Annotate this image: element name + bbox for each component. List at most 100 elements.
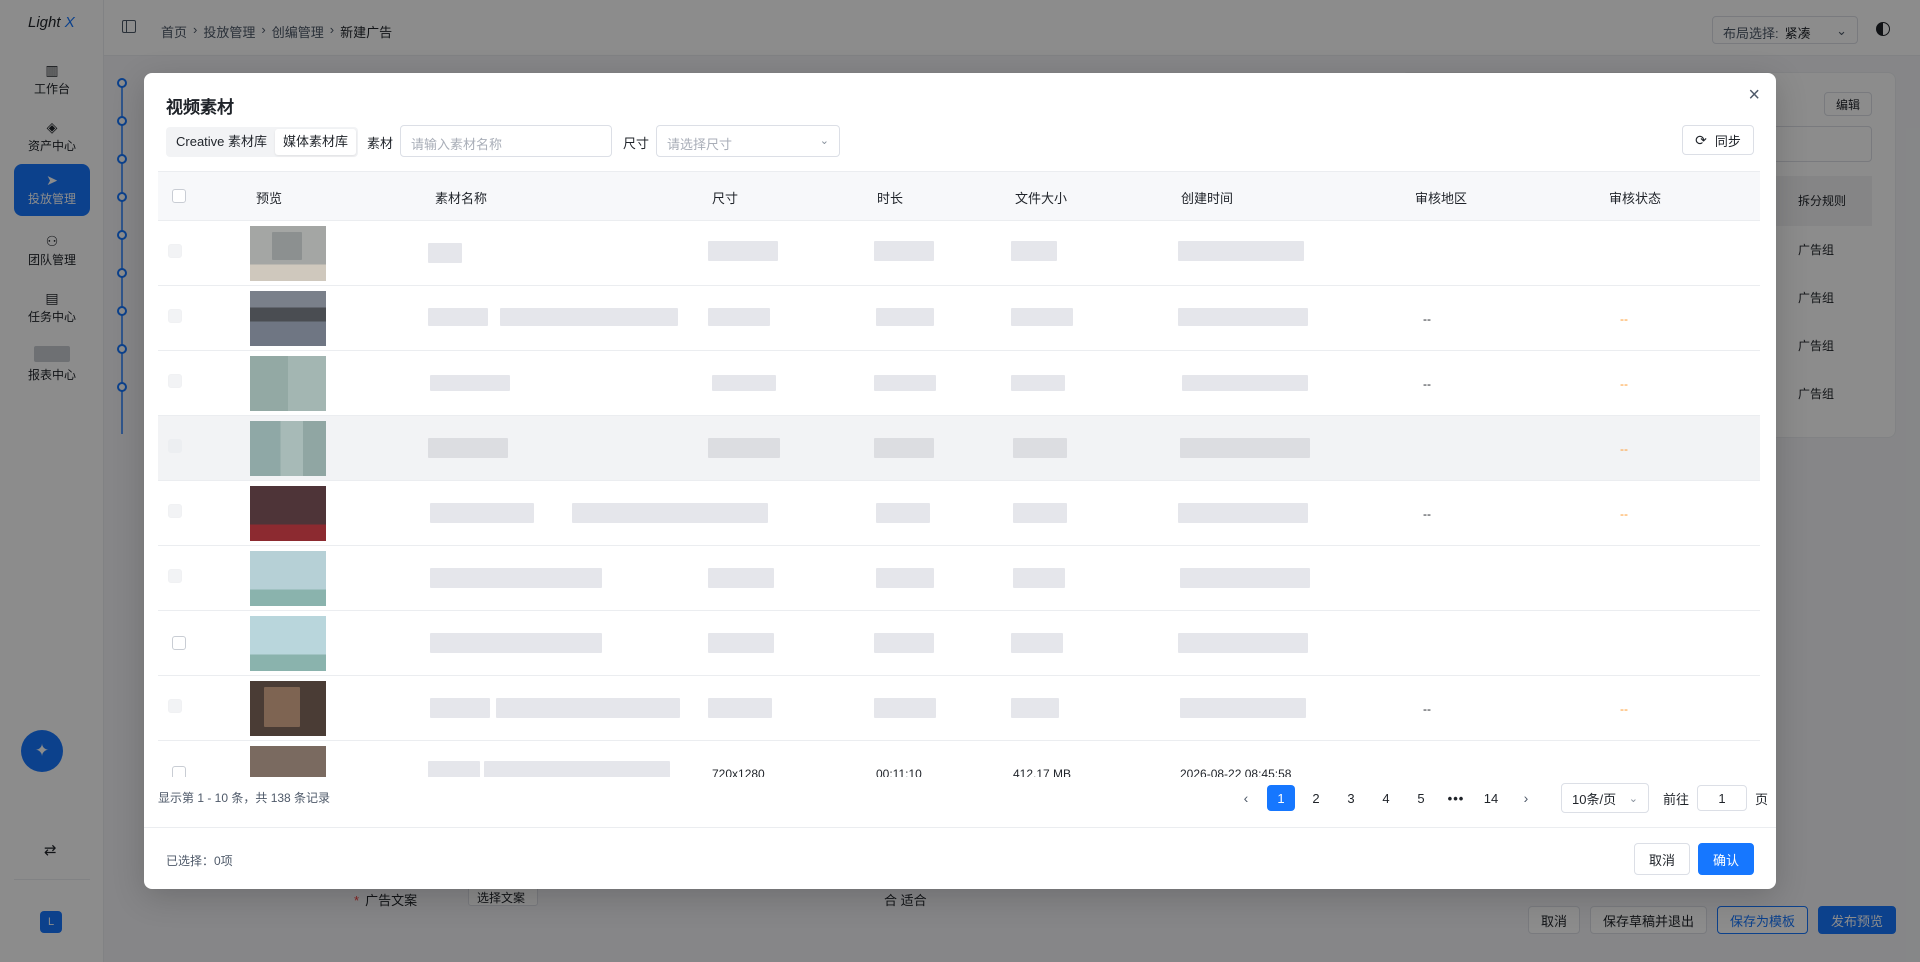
material-filter-label: 素材 xyxy=(367,136,394,151)
material-name-placeholder xyxy=(428,438,508,458)
page-button-5[interactable]: 5 xyxy=(1407,785,1435,811)
chevron-down-icon: ⌄ xyxy=(1628,792,1638,805)
filesize-placeholder xyxy=(1011,698,1059,718)
sync-button[interactable]: ⟳ 同步 xyxy=(1682,125,1754,155)
confirm-button[interactable]: 确认 xyxy=(1697,843,1754,875)
tab-creative-library[interactable]: Creative 素材库 xyxy=(168,129,275,155)
created-placeholder xyxy=(1180,438,1310,458)
row-checkbox[interactable] xyxy=(168,504,182,518)
tab-media-library[interactable]: 媒体素材库 xyxy=(275,129,357,155)
created-placeholder xyxy=(1182,375,1308,391)
video-thumbnail[interactable] xyxy=(250,291,326,346)
column-duration: 时长 xyxy=(877,191,904,206)
close-icon[interactable]: × xyxy=(1748,85,1760,105)
table-row[interactable]: -- xyxy=(158,416,1760,481)
prev-page-button[interactable]: ‹ xyxy=(1232,785,1260,811)
table-row[interactable] xyxy=(158,611,1760,676)
table-row[interactable]: -- -- xyxy=(158,351,1760,416)
size-placeholder xyxy=(708,698,772,718)
table-row[interactable] xyxy=(158,221,1760,286)
column-created: 创建时间 xyxy=(1181,191,1234,206)
page-button-14[interactable]: 14 xyxy=(1477,785,1505,811)
video-material-modal: 视频素材 × Creative 素材库 媒体素材库 素材 请输入素材名称 尺寸 … xyxy=(144,73,1776,889)
column-preview: 预览 xyxy=(256,191,283,206)
material-table: 预览 素材名称 尺寸 时长 文件大小 创建时间 审核地区 审核状态 -- -- … xyxy=(158,171,1760,777)
video-thumbnail[interactable] xyxy=(250,746,326,777)
table-row[interactable]: -- -- xyxy=(158,481,1760,546)
next-page-button[interactable]: › xyxy=(1512,785,1540,811)
column-size: 尺寸 xyxy=(712,191,739,206)
region-cell: -- xyxy=(1423,507,1431,521)
refresh-icon: ⟳ xyxy=(1695,131,1707,148)
column-status: 审核状态 xyxy=(1609,191,1662,206)
material-name-placeholder xyxy=(430,375,510,391)
row-checkbox[interactable] xyxy=(168,244,182,258)
page-button-1[interactable]: 1 xyxy=(1267,785,1295,811)
page-size-select[interactable]: 10条/页 ⌄ xyxy=(1561,783,1649,813)
duration-placeholder xyxy=(876,503,930,523)
created-placeholder xyxy=(1178,633,1308,653)
modal-footer: 已选择：0项 取消 确认 xyxy=(144,827,1776,889)
size-cell: 720x1280 xyxy=(712,767,765,777)
filesize-placeholder xyxy=(1011,308,1073,326)
material-search-input[interactable]: 请输入素材名称 xyxy=(400,125,612,157)
filesize-placeholder xyxy=(1011,375,1065,391)
table-row[interactable]: -- -- xyxy=(158,676,1760,741)
video-thumbnail[interactable] xyxy=(250,616,326,671)
row-checkbox[interactable] xyxy=(172,636,186,650)
chevron-left-icon: ‹ xyxy=(1243,790,1249,806)
goto-label: 前往 xyxy=(1663,791,1690,807)
video-thumbnail[interactable] xyxy=(250,226,326,281)
goto-page-input[interactable]: 1 xyxy=(1697,785,1748,811)
selected-count: 已选择：0项 xyxy=(166,854,233,868)
created-placeholder xyxy=(1180,698,1306,718)
page-button-2[interactable]: 2 xyxy=(1302,785,1330,811)
filesize-placeholder xyxy=(1011,241,1057,261)
duration-placeholder xyxy=(874,698,936,718)
select-all-checkbox[interactable] xyxy=(172,189,186,203)
created-placeholder xyxy=(1178,308,1308,326)
goto-unit: 页 xyxy=(1755,791,1769,807)
modal-title: 视频素材 xyxy=(166,98,234,117)
column-name: 素材名称 xyxy=(435,191,488,206)
created-placeholder xyxy=(1178,503,1308,523)
filesize-placeholder xyxy=(1013,438,1067,458)
pagination-info: 显示第 1 - 10 条，共 138 条记录 xyxy=(158,791,331,805)
chevron-right-icon: › xyxy=(1523,790,1529,806)
duration-cell: 00:11:10 xyxy=(876,767,922,777)
chevron-down-icon: ⌄ xyxy=(819,135,829,147)
duration-placeholder xyxy=(876,308,934,326)
created-placeholder xyxy=(1180,568,1310,588)
size-select[interactable]: 请选择尺寸 ⌄ xyxy=(656,125,840,157)
more-pages-icon[interactable]: ••• xyxy=(1442,785,1470,811)
row-checkbox[interactable] xyxy=(168,699,182,713)
row-checkbox[interactable] xyxy=(168,439,182,453)
row-checkbox[interactable] xyxy=(172,766,186,777)
row-checkbox[interactable] xyxy=(168,569,182,583)
size-placeholder xyxy=(708,633,774,653)
size-placeholder xyxy=(708,568,774,588)
table-row[interactable]: -- -- xyxy=(158,286,1760,351)
material-name-placeholder xyxy=(430,568,602,588)
page-button-3[interactable]: 3 xyxy=(1337,785,1365,811)
table-row[interactable]: 720x1280 00:11:10 412.17 MB 2026-08-22 0… xyxy=(158,741,1760,777)
video-thumbnail[interactable] xyxy=(250,356,326,411)
row-checkbox[interactable] xyxy=(168,374,182,388)
material-name-placeholder xyxy=(428,243,462,263)
filesize-placeholder xyxy=(1011,633,1063,653)
video-thumbnail[interactable] xyxy=(250,551,326,606)
region-cell: -- xyxy=(1423,377,1431,391)
row-checkbox[interactable] xyxy=(168,309,182,323)
video-thumbnail[interactable] xyxy=(250,421,326,476)
column-region: 审核地区 xyxy=(1415,191,1468,206)
table-row[interactable] xyxy=(158,546,1760,611)
status-cell: -- xyxy=(1620,377,1628,391)
size-placeholder xyxy=(708,438,780,458)
duration-placeholder xyxy=(876,568,934,588)
size-filter-label: 尺寸 xyxy=(623,136,650,151)
video-thumbnail[interactable] xyxy=(250,681,326,736)
page-button-4[interactable]: 4 xyxy=(1372,785,1400,811)
material-name-placeholder xyxy=(430,698,490,718)
video-thumbnail[interactable] xyxy=(250,486,326,541)
cancel-button[interactable]: 取消 xyxy=(1633,843,1690,875)
